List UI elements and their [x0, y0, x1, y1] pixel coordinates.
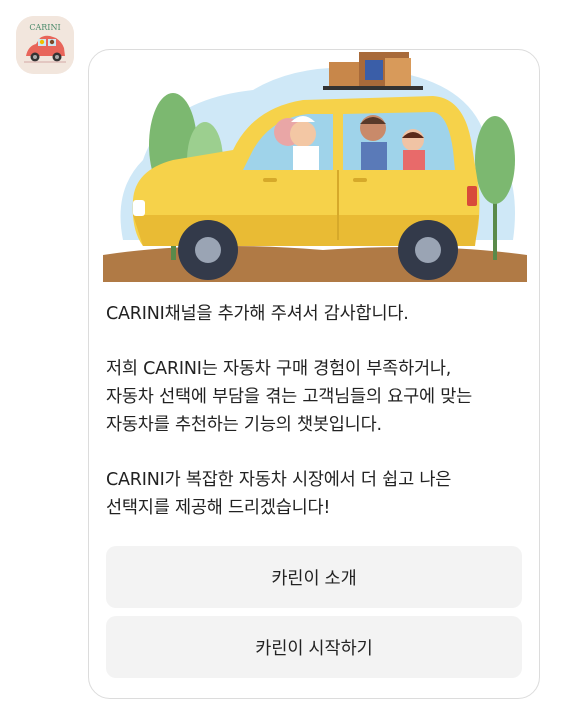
carini-intro-button[interactable]: 카린이 소개	[106, 546, 522, 608]
carini-start-button[interactable]: 카린이 시작하기	[106, 616, 522, 678]
message-paragraph-1: CARINI채널을 추가해 주셔서 감사합니다.	[106, 300, 526, 328]
message-line: CARINI가 복잡한 자동차 시장에서 더 쉽고 나은	[106, 470, 452, 490]
welcome-message: CARINI채널을 추가해 주셔서 감사합니다. 저희 CARINI는 자동차 …	[106, 300, 526, 549]
message-paragraph-3: CARINI가 복잡한 자동차 시장에서 더 쉽고 나은 선택지를 제공해 드리…	[106, 466, 526, 522]
bot-avatar[interactable]: CARINI	[16, 16, 74, 74]
avatar-logo-text: CARINI	[29, 23, 60, 32]
message-bubble: CARINI채널을 추가해 주셔서 감사합니다. 저희 CARINI는 자동차 …	[88, 49, 540, 699]
message-paragraph-2: 저희 CARINI는 자동차 구매 경험이 부족하거나, 자동차 선택에 부담을…	[106, 355, 526, 439]
message-line: 자동차를 추천하는 기능의 챗봇입니다.	[106, 415, 382, 435]
carini-logo-icon: CARINI	[16, 16, 74, 74]
chat-screen: CARINI CARINI채널을 추가해 주셔서 감사합니다. 저희 CARIN…	[0, 0, 574, 711]
message-line: 저희 CARINI는 자동차 구매 경험이 부족하거나,	[106, 359, 452, 379]
message-line: 선택지를 제공해 드리겠습니다!	[106, 498, 331, 518]
car-illustration-image	[103, 52, 527, 282]
message-line: CARINI채널을 추가해 주셔서 감사합니다.	[106, 304, 409, 324]
message-line: 자동차 선택에 부담을 겪는 고객님들의 요구에 맞는	[106, 387, 473, 407]
family-car-illustration	[103, 50, 527, 282]
